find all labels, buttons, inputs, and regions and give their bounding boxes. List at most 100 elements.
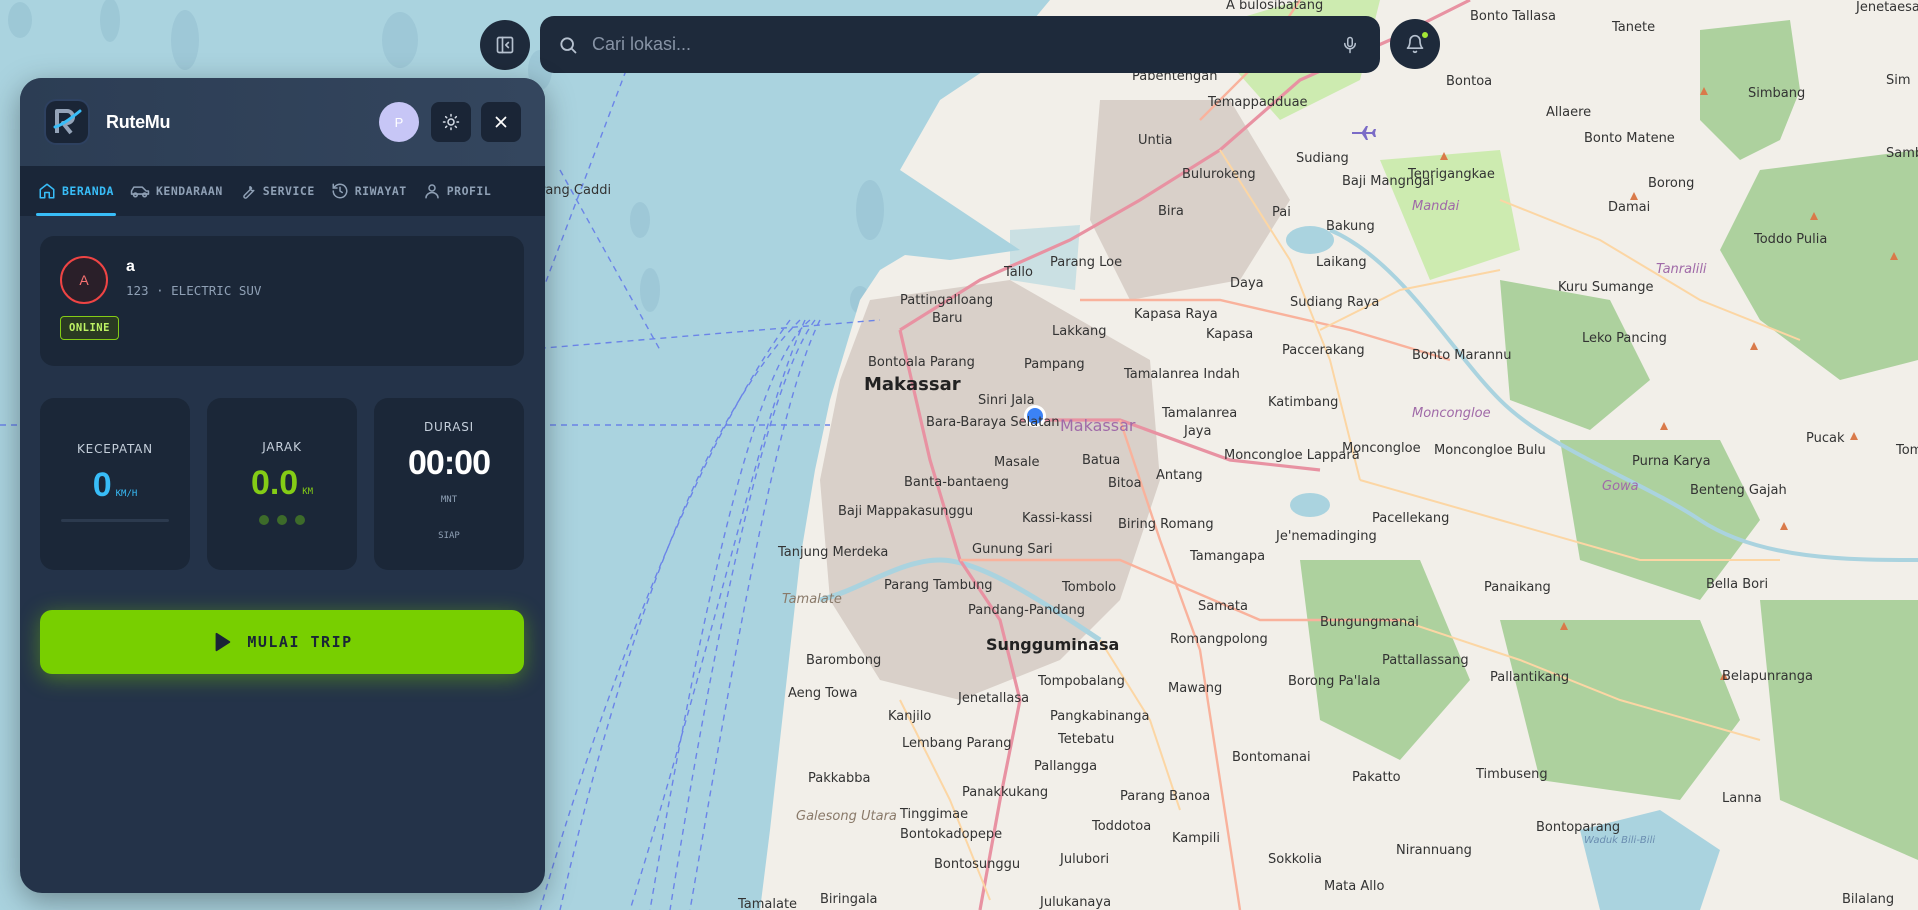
map-label: Tamalate [782, 592, 842, 607]
vehicle-subtitle: 123 · ELECTRIC SUV [126, 283, 262, 298]
tab-service[interactable]: SERVICE [231, 166, 323, 216]
status-badge: ONLINE [60, 316, 119, 340]
notification-indicator [1420, 30, 1430, 40]
home-icon [39, 183, 55, 199]
start-trip-button[interactable]: MULAI TRIP [40, 610, 524, 674]
map-label: Gowa [1602, 479, 1639, 494]
side-panel: RuteMu P BERANDA KENDARAAN SERVICE RIWAY… [20, 78, 545, 893]
map-label: Lanna [1722, 791, 1762, 806]
distance-unit: KM [302, 487, 314, 497]
app-name: RuteMu [106, 111, 171, 132]
map-label: Kanjilo [888, 709, 931, 724]
close-panel-button[interactable] [481, 102, 521, 142]
map-label: Antang [1156, 468, 1203, 483]
map-label: Sinri Jala [978, 393, 1035, 408]
map-label: rang Caddi [540, 183, 611, 198]
map-label: Tanete [1611, 20, 1655, 35]
map-label: Julubori [1059, 852, 1109, 867]
map-label: Bilalang [1842, 892, 1894, 907]
map-label: Pucak [1806, 431, 1845, 446]
map-label: Waduk Bili-Bili [1584, 835, 1655, 846]
map-label: Nirannuang [1396, 843, 1472, 858]
map-label: Pattallassang [1382, 653, 1469, 668]
map-label: Tamalanrea Indah [1123, 367, 1240, 382]
user-icon [424, 184, 439, 199]
tab-profil[interactable]: PROFIL [415, 166, 500, 216]
speed-card: KECEPATAN 0 KM/H [40, 398, 190, 570]
tab-beranda[interactable]: BERANDA [30, 166, 122, 216]
map-label: Moncongloe Lappara [1224, 448, 1360, 463]
map-label: Benteng Gajah [1690, 483, 1787, 498]
map-label: Borong Pa'lala [1288, 674, 1380, 689]
wrench-icon [242, 185, 255, 199]
sidebar-toggle-button[interactable] [480, 20, 530, 70]
tab-kendaraan[interactable]: KENDARAAN [122, 166, 231, 216]
speed-bar [61, 519, 169, 522]
duration-value: 00:00 [408, 444, 491, 482]
duration-title: DURASI [423, 420, 475, 434]
map-label: Tamangapa [1189, 549, 1265, 564]
map-label: Toddo Pulia [1753, 232, 1827, 247]
map-label: Samb [1886, 146, 1918, 161]
map-label: Simbang [1748, 86, 1805, 101]
map-label: Jenetallasa [957, 691, 1029, 706]
tab-label: KENDARAAN [155, 184, 223, 198]
map-label: Bira [1158, 204, 1184, 219]
duration-card: DURASI 00:00 MNT SIAP [374, 398, 524, 570]
tab-label: SERVICE [262, 184, 315, 198]
map-label: Pallantikang [1490, 670, 1569, 685]
panel-left-icon [496, 36, 514, 54]
start-trip-label: MULAI TRIP [247, 633, 353, 651]
distance-title: JARAK [262, 440, 302, 454]
map-label: Tombolo [1061, 580, 1116, 595]
map-label: Bitoa [1108, 476, 1142, 491]
map-label: Bontosunggu [934, 857, 1020, 872]
map-label: Belapunranga [1722, 669, 1813, 684]
app-logo [46, 101, 88, 143]
notifications-button[interactable] [1390, 19, 1440, 69]
distance-dots [207, 515, 357, 525]
map-label: Gunung Sari [972, 542, 1053, 557]
vehicle-card[interactable]: A a 123 · ELECTRIC SUV ONLINE [40, 236, 524, 366]
map-label: Julukanaya [1039, 895, 1111, 910]
map-label: Pai [1272, 205, 1291, 220]
map-label: Bella Bori [1706, 577, 1768, 592]
theme-toggle-button[interactable] [431, 102, 471, 142]
search-bar [540, 16, 1380, 73]
map-label: Tinggimae [899, 807, 968, 822]
vehicle-name: a [126, 258, 135, 275]
map-label: Jenetaesa [1855, 0, 1918, 15]
map-label: Panaikang [1484, 580, 1551, 595]
map-label: Mandai [1412, 199, 1460, 214]
map-label: Tanralili [1656, 262, 1707, 277]
map-label: Allaere [1546, 105, 1591, 120]
map-label: Leko Pancing [1582, 331, 1667, 346]
map-label: Tompobalang [1037, 674, 1125, 689]
speed-value: 0 [92, 466, 112, 504]
microphone-button[interactable] [1338, 33, 1362, 57]
map-label: Pandang-Pandang [968, 603, 1085, 618]
map-label: Sudiang Raya [1290, 295, 1379, 310]
map-label: Sokkolia [1268, 852, 1322, 867]
map-label: Damai [1608, 200, 1650, 215]
map-label: Kuru Sumange [1558, 280, 1653, 295]
map-label: Bontomanai [1232, 750, 1311, 765]
close-icon [495, 116, 507, 128]
map-label: Tamalate [737, 897, 797, 910]
map-label: Laikang [1316, 255, 1367, 270]
search-input[interactable] [592, 34, 1338, 55]
tab-label: BERANDA [62, 184, 114, 198]
map-label: Kassi-kassi [1022, 511, 1093, 526]
map-label: Bonto Marannu [1412, 348, 1512, 363]
map-label: Aeng Towa [788, 686, 858, 701]
tab-riwayat[interactable]: RIWAYAT [323, 166, 415, 216]
map-label: Mata Allo [1324, 879, 1384, 894]
map-label: Jaya [1183, 424, 1211, 439]
map-label: Pakatto [1352, 770, 1401, 785]
map-label: Pangkabinanga [1050, 709, 1150, 724]
distance-value: 0.0 [250, 464, 299, 502]
tab-label: PROFIL [446, 184, 492, 198]
map-label: Tamalanrea [1161, 406, 1237, 421]
map-label: Timbuseng [1475, 767, 1548, 782]
user-avatar[interactable]: P [379, 102, 419, 142]
